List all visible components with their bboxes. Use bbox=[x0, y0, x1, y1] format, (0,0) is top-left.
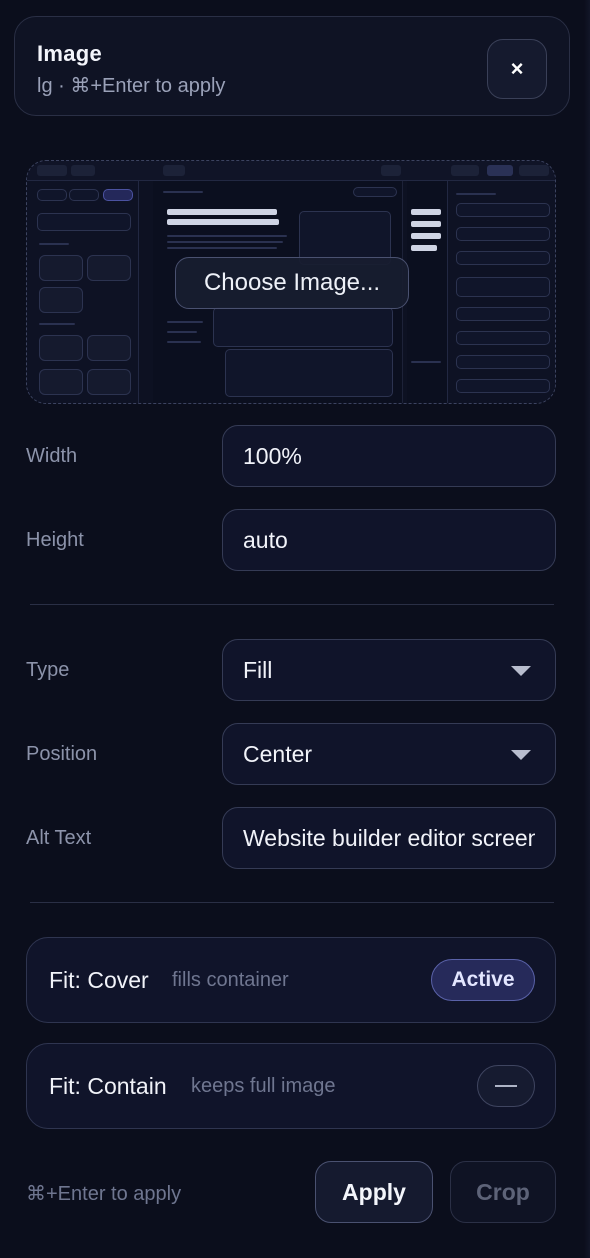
fit-contain-title: Fit: Contain bbox=[49, 1073, 167, 1099]
thumb-tile bbox=[39, 369, 83, 395]
thumb-tile bbox=[87, 369, 131, 395]
width-label: Width bbox=[26, 445, 78, 467]
thumb-line bbox=[167, 341, 201, 343]
close-button[interactable]: × bbox=[487, 39, 547, 99]
thumb-box bbox=[225, 349, 393, 397]
thumb-box bbox=[456, 331, 550, 345]
type-value: Fill bbox=[243, 656, 273, 683]
thumb-line bbox=[167, 235, 287, 237]
thumb-headline-bar bbox=[411, 245, 437, 251]
thumb-chip bbox=[71, 165, 95, 176]
crop-button[interactable]: Crop bbox=[450, 1161, 556, 1223]
thumb-tile bbox=[87, 255, 131, 281]
thumb-box bbox=[37, 213, 131, 231]
thumb-box bbox=[69, 189, 99, 201]
thumb-box bbox=[213, 307, 393, 347]
thumb-box bbox=[37, 189, 67, 201]
thumb-line bbox=[39, 323, 75, 325]
chevron-down-icon bbox=[511, 750, 531, 760]
panel-edge bbox=[584, 0, 590, 1258]
thumb-chip bbox=[519, 165, 549, 176]
thumb-line bbox=[163, 191, 203, 193]
thumb-box bbox=[456, 355, 550, 369]
position-label: Position bbox=[26, 743, 98, 765]
section-divider bbox=[30, 902, 554, 903]
thumb-box bbox=[456, 277, 550, 297]
thumb-canvas-right bbox=[407, 181, 447, 403]
thumb-box bbox=[103, 189, 133, 201]
choose-image-button[interactable]: Choose Image... bbox=[175, 257, 409, 309]
thumb-box bbox=[456, 307, 550, 321]
thumb-headline-bar bbox=[411, 233, 441, 239]
active-badge: Active bbox=[431, 959, 535, 1001]
thumb-tile bbox=[39, 287, 83, 313]
thumb-line bbox=[167, 241, 283, 243]
image-preview[interactable]: Choose Image... bbox=[26, 160, 556, 404]
thumb-box bbox=[456, 251, 550, 265]
fit-contain-toggle[interactable] bbox=[477, 1065, 535, 1107]
thumb-left-column bbox=[27, 181, 139, 403]
thumb-line bbox=[39, 243, 69, 245]
thumb-box bbox=[353, 187, 397, 197]
thumb-chip bbox=[163, 165, 185, 176]
thumb-box bbox=[456, 203, 550, 217]
thumb-headline-bar bbox=[167, 209, 277, 215]
thumb-chip bbox=[487, 165, 513, 176]
thumb-headline-bar bbox=[411, 209, 441, 215]
thumb-tile bbox=[39, 255, 83, 281]
thumb-chip bbox=[381, 165, 401, 176]
chevron-down-icon bbox=[511, 666, 531, 676]
height-input[interactable]: auto bbox=[222, 509, 556, 571]
minus-icon bbox=[495, 1085, 517, 1087]
height-value: auto bbox=[243, 526, 288, 553]
fit-cover-title: Fit: Cover bbox=[49, 967, 149, 993]
thumb-topbar bbox=[27, 161, 555, 181]
panel-title: Image bbox=[37, 41, 103, 66]
thumb-headline-bar bbox=[411, 221, 441, 227]
panel-subtitle: lg · ⌘+Enter to apply bbox=[37, 75, 226, 97]
width-input[interactable]: 100% bbox=[222, 425, 556, 487]
type-select[interactable]: Fill bbox=[222, 639, 556, 701]
thumb-chip bbox=[37, 165, 67, 176]
thumb-line bbox=[456, 193, 496, 195]
close-icon: × bbox=[510, 56, 524, 81]
section-divider bbox=[30, 604, 554, 605]
thumb-tile bbox=[87, 335, 131, 361]
thumb-line bbox=[167, 247, 277, 249]
thumb-box bbox=[456, 379, 550, 393]
position-value: Center bbox=[243, 740, 313, 767]
thumb-line bbox=[167, 331, 197, 333]
height-label: Height bbox=[26, 529, 84, 551]
footer-shortcut-hint: ⌘+Enter to apply bbox=[26, 1183, 182, 1205]
width-value: 100% bbox=[243, 442, 302, 469]
alt-text-input[interactable]: Website builder editor screenshot bbox=[222, 807, 556, 869]
apply-button[interactable]: Apply bbox=[315, 1161, 433, 1223]
alt-text-value: Website builder editor screenshot bbox=[243, 824, 535, 851]
fit-cover-hint: fills container bbox=[172, 969, 289, 991]
thumb-tile bbox=[39, 335, 83, 361]
fit-contain-option[interactable]: Fit: Contain keeps full image bbox=[26, 1043, 556, 1129]
thumb-line bbox=[167, 321, 203, 323]
thumb-box bbox=[456, 227, 550, 241]
fit-contain-hint: keeps full image bbox=[191, 1075, 336, 1097]
image-panel-header: Image lg · ⌘+Enter to apply × bbox=[14, 16, 570, 116]
alt-text-label: Alt Text bbox=[26, 827, 92, 849]
type-label: Type bbox=[26, 659, 70, 681]
thumb-inspector bbox=[447, 181, 555, 403]
thumb-chip bbox=[451, 165, 479, 176]
fit-cover-option[interactable]: Fit: Cover fills container Active bbox=[26, 937, 556, 1023]
thumb-line bbox=[411, 361, 441, 363]
position-select[interactable]: Center bbox=[222, 723, 556, 785]
thumb-headline-bar bbox=[167, 219, 279, 225]
